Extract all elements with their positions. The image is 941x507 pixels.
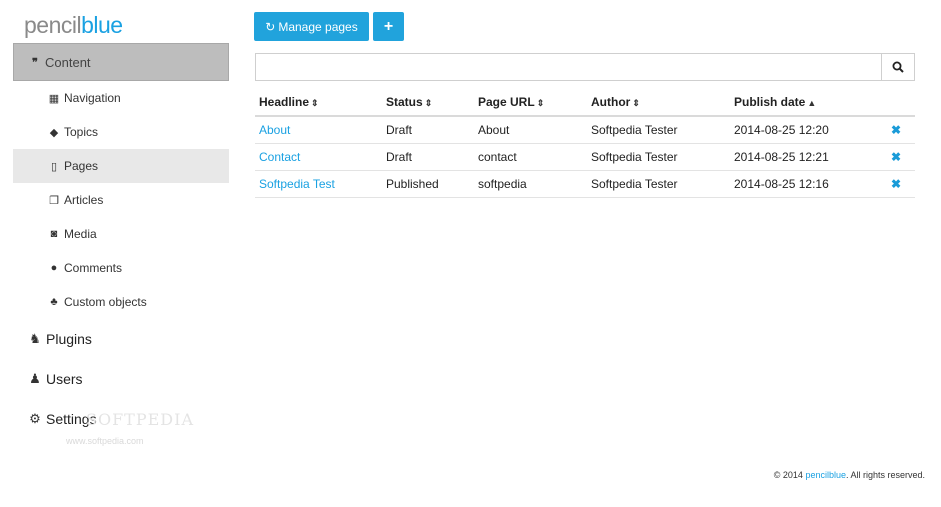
table-row: About Draft About Softpedia Tester 2014-… — [255, 116, 915, 144]
sidebar-item-content[interactable]: ❞ Content — [13, 43, 229, 81]
cogs-icon: ⚙ — [29, 411, 41, 426]
page-headline-link[interactable]: Contact — [255, 143, 382, 171]
sidebar-item-custom-objects[interactable]: ♣ Custom objects — [13, 285, 229, 319]
column-header-label: Publish date — [734, 95, 806, 109]
column-header-label: Page URL — [478, 95, 535, 109]
sidebar-item-plugins[interactable]: ♞ Plugins — [13, 319, 229, 359]
page-headline-link[interactable]: About — [255, 116, 382, 144]
sort-up-icon: ▲ — [807, 98, 817, 108]
column-header-page-url[interactable]: Page URL ⇕ — [474, 89, 587, 117]
table-row: Contact Draft contact Softpedia Tester 2… — [255, 143, 915, 171]
delete-icon[interactable]: ✖ — [877, 116, 915, 144]
sidebar-item-label: Content — [45, 54, 91, 70]
manage-pages-label: Manage pages — [278, 19, 358, 34]
column-header-status[interactable]: Status ⇕ — [382, 89, 474, 117]
sidebar-item-articles[interactable]: ❐ Articles — [13, 183, 229, 217]
search-bar — [255, 53, 915, 81]
column-header-label: Status — [386, 95, 423, 109]
puzzle-icon: ♞ — [29, 331, 41, 346]
th-large-icon: ▦ — [48, 92, 60, 105]
footer-brand-link[interactable]: pencilblue — [805, 470, 846, 480]
column-header-label: Author — [591, 95, 631, 109]
page-publish-date: 2014-08-25 12:21 — [730, 143, 877, 171]
sidebar-item-label: Articles — [64, 193, 104, 207]
copy-icon: ❐ — [49, 194, 59, 207]
footer: © 2014 pencilblue. All rights reserved. — [774, 470, 925, 480]
sidebar-item-navigation[interactable]: ▦ Navigation — [13, 81, 229, 115]
column-header-author[interactable]: Author ⇕ — [587, 89, 730, 117]
watermark: SOFTPEDIA — [86, 410, 194, 429]
sitemap-icon: ♣ — [50, 296, 58, 308]
search-icon — [892, 61, 904, 73]
sidebar-item-pages[interactable]: ▯ Pages — [13, 149, 229, 183]
search-button[interactable] — [881, 54, 914, 80]
app-logo[interactable]: pencilblue — [24, 12, 123, 39]
page-url: About — [474, 116, 587, 144]
page-publish-date: 2014-08-25 12:16 — [730, 170, 877, 198]
sort-icon: ⇕ — [311, 98, 319, 108]
page-status: Draft — [382, 143, 474, 171]
sidebar: ❞ Content ▦ Navigation ◆ Topics ▯ Pages … — [13, 43, 229, 439]
page-status: Draft — [382, 116, 474, 144]
sidebar-item-media[interactable]: ◙ Media — [13, 217, 229, 251]
search-input[interactable] — [256, 54, 881, 80]
sidebar-item-label: Users — [46, 371, 83, 387]
sidebar-item-comments[interactable]: ● Comments — [13, 251, 229, 285]
sidebar-item-label: Topics — [64, 125, 99, 139]
users-icon: ♟ — [29, 371, 41, 386]
page-author: Softpedia Tester — [587, 116, 730, 144]
delete-icon[interactable]: ✖ — [877, 170, 915, 198]
quote-icon: ❞ — [32, 56, 38, 69]
pages-table: Headline ⇕ Status ⇕ Page URL ⇕ Author ⇕ Publ… — [255, 89, 915, 198]
sidebar-item-label: Navigation — [64, 91, 121, 105]
sidebar-item-label: Comments — [64, 261, 123, 275]
add-page-button[interactable]: + — [373, 12, 404, 41]
sort-icon: ⇕ — [536, 98, 545, 108]
sidebar-item-label: Plugins — [46, 331, 92, 347]
page-author: Softpedia Tester — [587, 170, 730, 198]
sidebar-item-label: Custom objects — [64, 295, 147, 309]
footer-rights: . All rights reserved. — [845, 470, 925, 480]
page-url: softpedia — [474, 170, 587, 198]
sidebar-item-label: Pages — [64, 159, 99, 173]
watermark-url: www.softpedia.com — [66, 436, 144, 446]
page-publish-date: 2014-08-25 12:20 — [730, 116, 877, 144]
manage-pages-button[interactable]: ↻ Manage pages — [254, 12, 369, 41]
footer-copyright: © 2014 — [773, 470, 806, 480]
page-status: Published — [382, 170, 474, 198]
comments-icon: ● — [50, 262, 58, 274]
page-headline-link[interactable]: Softpedia Test — [255, 170, 382, 198]
logo-part-2: blue — [81, 12, 123, 38]
camera-icon: ◙ — [50, 228, 58, 240]
sidebar-item-topics[interactable]: ◆ Topics — [13, 115, 229, 149]
delete-icon[interactable]: ✖ — [877, 143, 915, 171]
table-row: Softpedia Test Published softpedia Softp… — [255, 170, 915, 198]
column-header-actions — [877, 89, 915, 117]
logo-part-1: pencil — [24, 12, 82, 38]
column-header-label: Headline — [259, 95, 310, 109]
sort-icon: ⇕ — [632, 98, 640, 108]
table-header-row: Headline ⇕ Status ⇕ Page URL ⇕ Author ⇕ Publ… — [255, 89, 915, 117]
refresh-icon: ↻ — [265, 19, 276, 34]
tag-icon: ◆ — [49, 126, 59, 139]
sort-icon: ⇕ — [424, 98, 433, 108]
file-icon: ▯ — [50, 160, 58, 173]
sidebar-item-label: Media — [64, 227, 97, 241]
column-header-headline[interactable]: Headline ⇕ — [255, 89, 382, 117]
sidebar-item-users[interactable]: ♟ Users — [13, 359, 229, 399]
column-header-publish-date[interactable]: Publish date ▲ — [730, 89, 877, 117]
page-url: contact — [474, 143, 587, 171]
page-author: Softpedia Tester — [587, 143, 730, 171]
